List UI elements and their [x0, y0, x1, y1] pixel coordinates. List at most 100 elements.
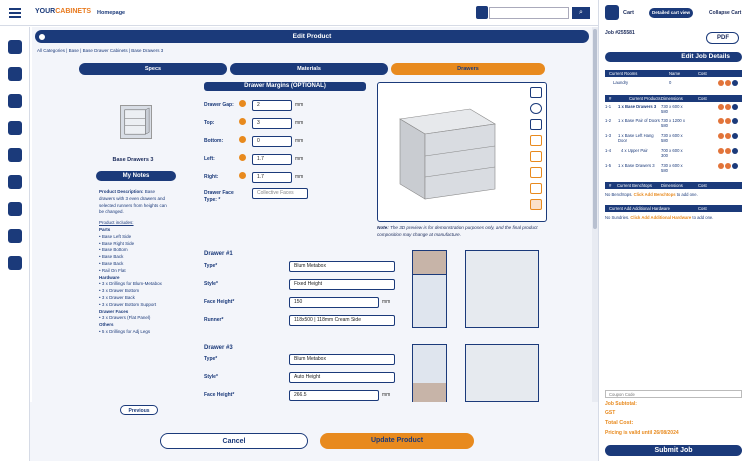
grid-icon[interactable]: [8, 229, 22, 243]
globe-icon[interactable]: [530, 103, 542, 114]
other-item: • 5 x Drillings for Adj Legs: [99, 328, 151, 334]
tab-materials[interactable]: Materials: [230, 63, 388, 75]
iso-view-icon[interactable]: [530, 199, 542, 210]
search-icon[interactable]: ⌕: [572, 7, 590, 19]
drawer-3-front-image: [412, 344, 447, 402]
update-product-button[interactable]: Update Product: [320, 433, 474, 449]
edit-job-button[interactable]: Edit Job Details: [605, 52, 742, 62]
coupon-input[interactable]: [605, 390, 742, 398]
gap-input[interactable]: 2: [252, 100, 292, 111]
box-icon[interactable]: [8, 40, 22, 54]
gap-label: Drawer Gap:: [204, 102, 234, 108]
footer-bar: Previous Cancel Update Product: [30, 402, 598, 461]
col-header: Dimensions: [661, 183, 683, 188]
tools-icon[interactable]: [8, 67, 22, 81]
add-benchtops-link[interactable]: Click Add Benchtops: [634, 192, 676, 197]
drawer-3-runner-image: [465, 344, 539, 402]
row-number: 1-4: [605, 148, 612, 153]
sundries-icon[interactable]: [8, 256, 22, 270]
product-actions[interactable]: [717, 133, 738, 140]
hardware-empty: No Sundries. Click Add Additional Hardwa…: [605, 215, 742, 220]
preview-toolbar: [530, 87, 542, 215]
col-header: Name: [669, 71, 681, 76]
panel-icon[interactable]: [8, 148, 22, 162]
product-row[interactable]: 1-4 4 x Upper Pair 700 x 600 x 300: [605, 148, 742, 160]
product-actions[interactable]: [717, 163, 738, 170]
face-type-select[interactable]: Collective Faces: [252, 188, 308, 199]
empty-text: No Benchtops.: [605, 192, 634, 197]
drawer-3-face-input[interactable]: 266.5: [289, 390, 379, 401]
left-input[interactable]: 1.7: [252, 154, 292, 165]
product-row[interactable]: 1-2 1 x Base Pair of Doors 730 x 1200 x 58…: [605, 118, 742, 130]
product-actions[interactable]: [717, 104, 738, 111]
help-icon[interactable]: [239, 118, 246, 125]
product-dimensions: 730 x 600 x 580: [661, 163, 683, 173]
top-input[interactable]: 3: [252, 118, 292, 129]
cart-icon[interactable]: [605, 5, 619, 20]
drawer-1-face-input[interactable]: 150: [289, 297, 379, 308]
back-icon[interactable]: [37, 32, 47, 42]
cabinet-icon[interactable]: [8, 121, 22, 135]
front-view-icon[interactable]: [530, 135, 542, 146]
right-input[interactable]: 1.7: [252, 172, 292, 183]
logo-text-b: CABINETS: [55, 8, 92, 15]
drawer-3-style-select[interactable]: Auto Height: [289, 372, 395, 383]
drawer-1-style-select[interactable]: Fixed Height: [289, 279, 395, 290]
tab-specs[interactable]: Specs: [79, 63, 227, 75]
logo[interactable]: YOURCABINETS: [35, 8, 91, 15]
hardware-item: • 3 x Drawer Bottom: [99, 288, 140, 294]
my-notes-button[interactable]: My Notes: [96, 171, 176, 181]
previous-button[interactable]: Previous: [120, 405, 158, 415]
drawer-3-style-label: Style*: [204, 374, 218, 380]
bottom-input[interactable]: 0: [252, 136, 292, 147]
product-dimensions: 730 x 600 x 580: [661, 133, 683, 143]
collapse-cart-button[interactable]: Collapse Cart: [709, 10, 741, 16]
total-label: Total Cost:: [605, 420, 634, 426]
drawer-face-highlight: [413, 383, 446, 402]
monitor-icon[interactable]: [530, 119, 542, 130]
product-name: Base Drawers 3: [112, 157, 154, 163]
help-icon[interactable]: [239, 100, 246, 107]
product-row[interactable]: 1-5 1 x Base Drawers 3 730 x 600 x 580: [605, 163, 742, 175]
search-select[interactable]: [489, 7, 569, 19]
back-view-icon[interactable]: [530, 183, 542, 194]
product-name: 1 x Base Drawers 3: [618, 163, 655, 168]
product-actions[interactable]: [717, 148, 738, 155]
room-actions[interactable]: [717, 80, 738, 87]
tab-drawers[interactable]: Drawers: [391, 63, 545, 75]
face-item: • 3 x Drawers (Flat Panel): [99, 315, 151, 321]
edit-product-panel: Edit Product All Categories | Base | Bas…: [32, 27, 592, 402]
product-name: 1 x Base Drawers 3: [618, 104, 657, 109]
drawer-1-title: Drawer #1: [204, 251, 233, 257]
room-row[interactable]: Laundry 0: [605, 80, 742, 87]
cancel-button[interactable]: Cancel: [160, 433, 308, 449]
detailed-cart-button[interactable]: Detailed cart view: [649, 8, 693, 18]
pdf-button[interactable]: PDF: [706, 32, 739, 44]
help-icon[interactable]: [239, 154, 246, 161]
star-icon[interactable]: [8, 94, 22, 108]
add-hardware-link[interactable]: Click Add Additional Hardware: [630, 215, 691, 220]
drawer-3-type-select[interactable]: Blum Metabox: [289, 354, 395, 365]
benchtop-icon[interactable]: [8, 175, 22, 189]
hardware-icon[interactable]: [8, 202, 22, 216]
drawer-1-type-select[interactable]: Blum Metabox: [289, 261, 395, 272]
hardware-label: Hardware: [99, 274, 120, 280]
update-label: Update Product: [370, 437, 424, 444]
side-view-icon[interactable]: [530, 151, 542, 162]
row-number: 1-1: [605, 104, 612, 109]
unit-label: mm: [295, 174, 304, 180]
submit-job-button[interactable]: Submit Job: [605, 445, 742, 456]
help-icon[interactable]: [239, 136, 246, 143]
includes-label: Product includes:: [99, 220, 134, 226]
cabinet-3d-render: [399, 108, 496, 200]
product-row[interactable]: 1-1 1 x Base Drawers 3 730 x 600 x 580: [605, 104, 742, 116]
product-row[interactable]: 1-3 1 x Base Left Hang Door 730 x 600 x 58…: [605, 133, 742, 145]
user-icon[interactable]: [476, 6, 488, 19]
homepage-link[interactable]: Homepage: [97, 10, 125, 16]
menu-icon[interactable]: [9, 8, 21, 18]
view-icon[interactable]: [530, 87, 542, 98]
top-view-icon[interactable]: [530, 167, 542, 178]
product-actions[interactable]: [717, 118, 738, 125]
drawer-1-runner-select[interactable]: 118x500 | 118mm Cream Side: [289, 315, 395, 326]
help-icon[interactable]: [239, 172, 246, 179]
